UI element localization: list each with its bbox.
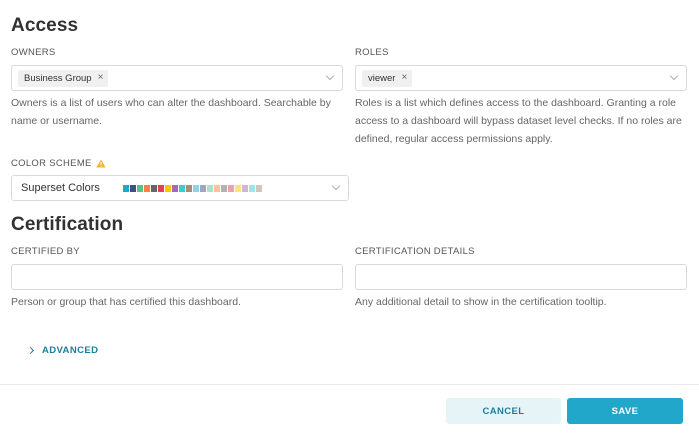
owner-tag: Business Group ×	[18, 69, 109, 87]
access-section-title: Access	[11, 15, 79, 36]
cancel-button[interactable]: CANCEL	[446, 398, 561, 424]
color-swatch	[256, 184, 262, 192]
color-scheme-select[interactable]: Superset Colors	[11, 175, 349, 201]
role-tag: viewer ×	[362, 69, 413, 87]
color-swatch	[123, 184, 129, 192]
certification-section-title: Certification	[11, 214, 124, 235]
color-swatch	[165, 184, 171, 192]
color-swatches	[123, 184, 262, 192]
close-icon[interactable]: ×	[401, 73, 407, 83]
warning-triangle-icon[interactable]	[96, 159, 106, 168]
color-swatch	[179, 184, 185, 192]
color-swatch	[235, 184, 241, 192]
chevron-right-icon	[26, 346, 35, 355]
color-swatch	[144, 184, 150, 192]
chevron-down-icon[interactable]	[669, 71, 679, 81]
owner-tag-label: Business Group	[24, 72, 92, 84]
color-swatch	[151, 184, 157, 192]
dashboard-properties-panel: Access OWNERS Business Group × Owners is…	[0, 0, 699, 433]
owners-select[interactable]: Business Group ×	[11, 65, 343, 91]
color-swatch	[228, 184, 234, 192]
save-button[interactable]: SAVE	[567, 398, 683, 424]
chevron-down-icon[interactable]	[325, 71, 335, 81]
color-swatch	[137, 184, 143, 192]
color-swatch	[186, 184, 192, 192]
certification-details-label: CERTIFICATION DETAILS	[355, 246, 475, 257]
color-swatch	[172, 184, 178, 192]
footer-divider	[0, 384, 699, 385]
role-tag-label: viewer	[368, 72, 396, 84]
advanced-label: ADVANCED	[42, 345, 99, 356]
color-swatch	[221, 184, 227, 192]
owners-label: OWNERS	[11, 47, 56, 58]
color-swatch	[249, 184, 255, 192]
close-icon[interactable]: ×	[98, 73, 104, 83]
chevron-down-icon[interactable]	[331, 181, 341, 191]
roles-label: ROLES	[355, 47, 389, 58]
certification-details-help-text: Any additional detail to show in the cer…	[355, 296, 607, 308]
color-swatch	[200, 184, 206, 192]
color-swatch	[130, 184, 136, 192]
certification-details-input[interactable]	[355, 264, 687, 290]
roles-select[interactable]: viewer ×	[355, 65, 687, 91]
color-swatch	[207, 184, 213, 192]
color-swatch	[214, 184, 220, 192]
roles-help-text: Roles is a list which defines access to …	[355, 97, 682, 145]
color-swatch	[193, 184, 199, 192]
color-swatch	[158, 184, 164, 192]
advanced-toggle[interactable]: ADVANCED	[26, 345, 99, 356]
owners-help-text: Owners is a list of users who can alter …	[11, 97, 331, 127]
color-swatch	[242, 184, 248, 192]
color-scheme-value: Superset Colors	[21, 182, 100, 194]
color-scheme-label-text: COLOR SCHEME	[11, 158, 92, 169]
certified-by-input[interactable]	[11, 264, 343, 290]
color-scheme-label: COLOR SCHEME	[11, 158, 106, 169]
certified-by-label: CERTIFIED BY	[11, 246, 80, 257]
certified-by-help-text: Person or group that has certified this …	[11, 296, 241, 308]
